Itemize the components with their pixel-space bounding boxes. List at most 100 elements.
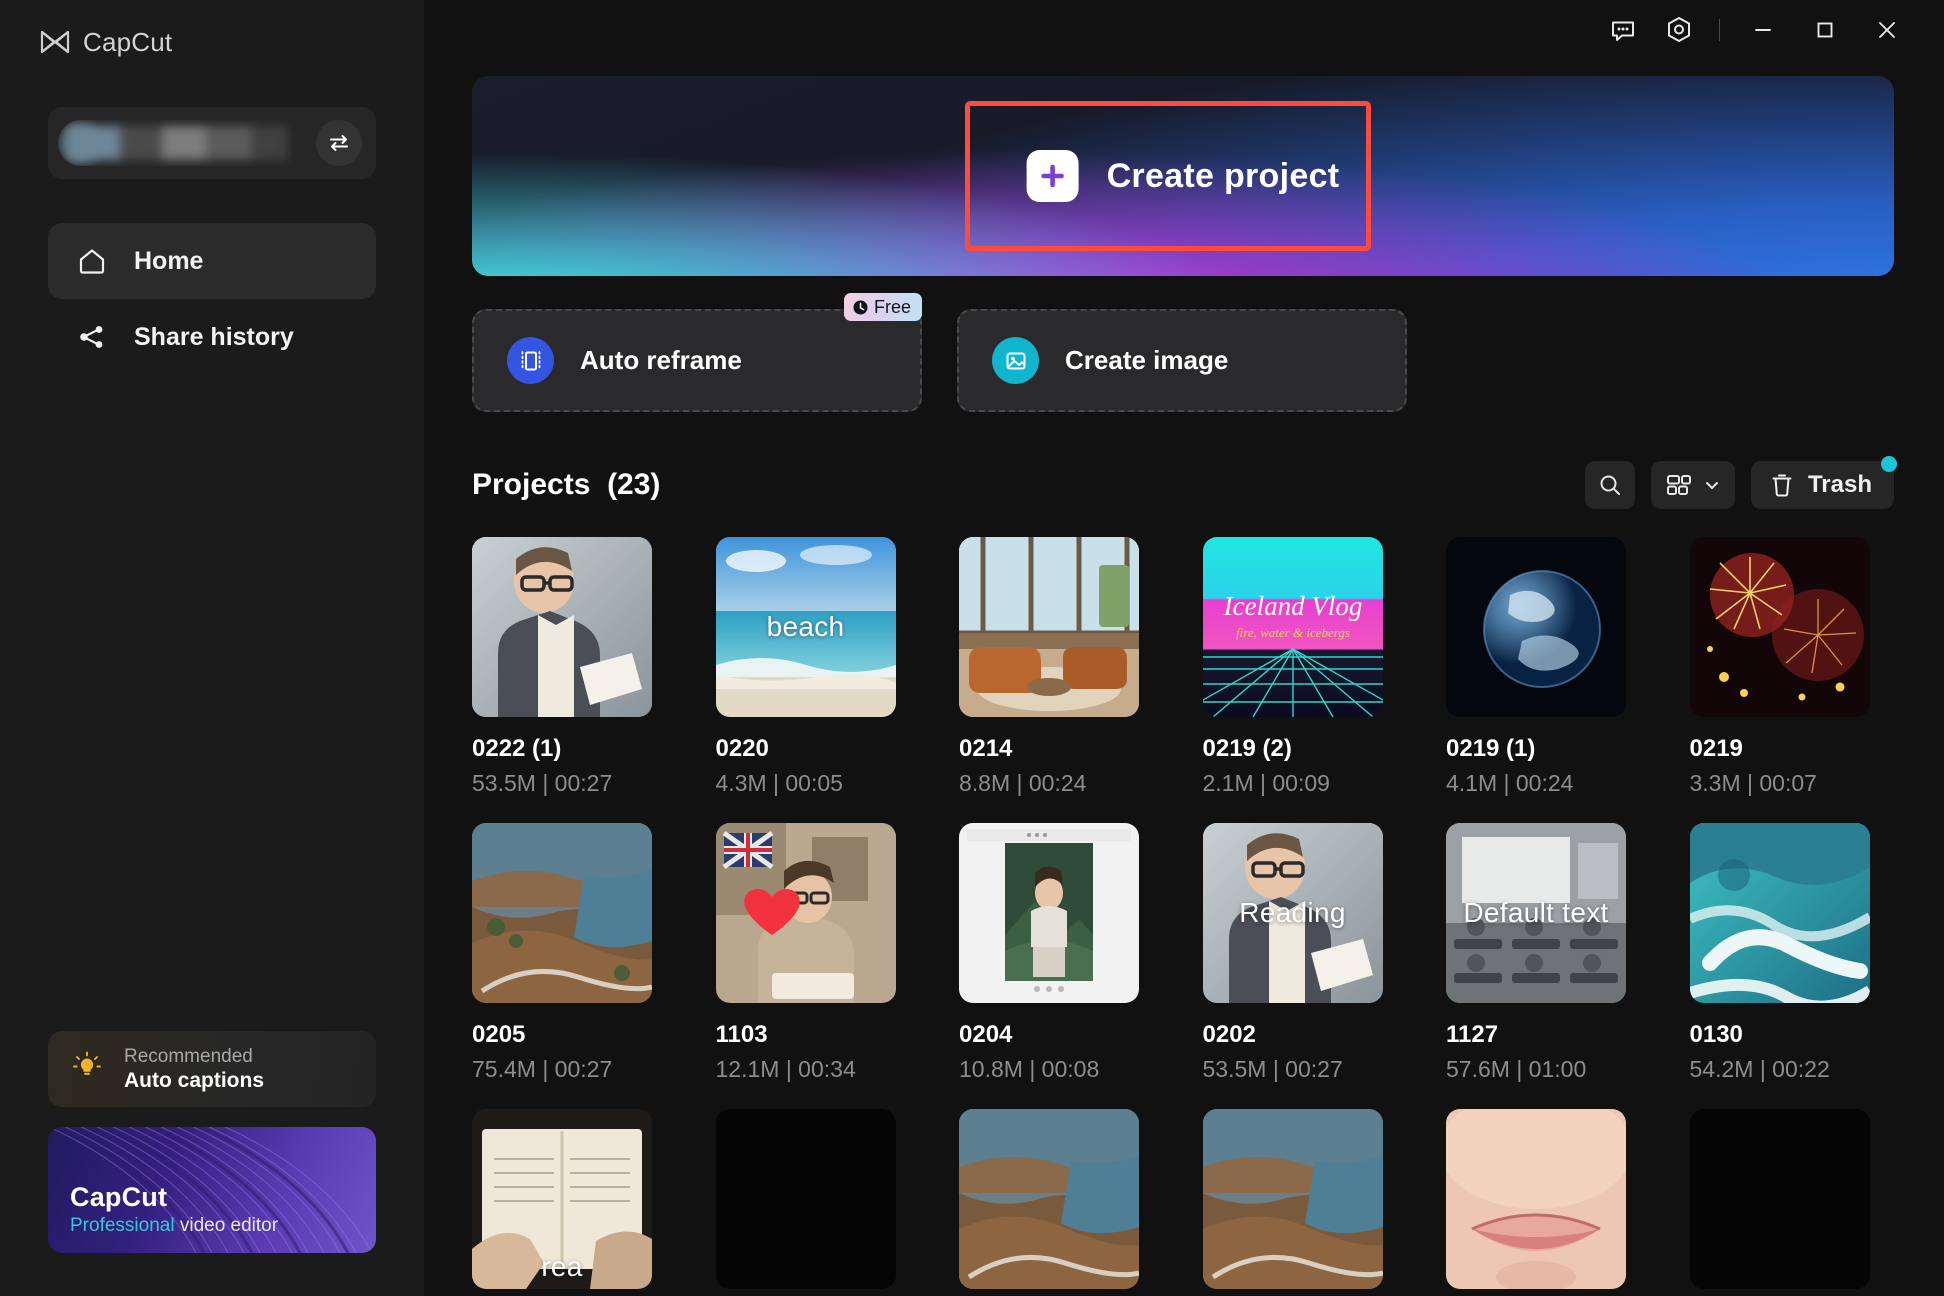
project-name: 0222 (1) xyxy=(472,735,562,762)
capcut-pro-promo-banner[interactable]: CapCut Professional video editor xyxy=(48,1127,376,1253)
project-thumbnail[interactable] xyxy=(715,1109,896,1289)
project-card[interactable] xyxy=(715,1109,921,1289)
promo-subtitle-rest: video editor xyxy=(174,1215,279,1236)
auto-reframe-card[interactable]: Auto reframe Free xyxy=(472,293,922,412)
project-meta: 4.3M | 00:05 xyxy=(715,770,843,796)
share-icon xyxy=(76,321,108,353)
project-card[interactable]: 0222 (1) 53.5M | 00:27 xyxy=(472,537,677,797)
project-name: 0205 xyxy=(472,1021,526,1048)
project-card[interactable]: 0204 10.8M | 00:08 xyxy=(959,823,1164,1083)
projects-title-text: Projects xyxy=(472,468,591,501)
project-card[interactable]: Iceland Vlog fire, water & icebergs 0219… xyxy=(1202,537,1408,797)
project-thumbnail[interactable] xyxy=(959,537,1139,717)
brand: CapCut xyxy=(0,0,424,60)
create-image-label: Create image xyxy=(1065,345,1229,375)
free-badge: Free xyxy=(843,293,922,321)
project-thumbnail[interactable] xyxy=(472,823,652,1003)
project-card[interactable] xyxy=(1202,1109,1408,1289)
recommended-kicker: Recommended xyxy=(124,1045,253,1067)
project-thumbnail[interactable] xyxy=(959,1109,1139,1289)
project-thumbnail[interactable]: Iceland Vlog fire, water & icebergs xyxy=(1202,537,1383,717)
project-thumbnail[interactable]: Reading xyxy=(1202,823,1383,1003)
sidebar: CapCut Home Share history Recommended Au… xyxy=(0,0,424,1296)
project-card[interactable]: rea xyxy=(472,1109,677,1289)
account-chip[interactable] xyxy=(48,107,376,179)
chat-bubble-icon[interactable] xyxy=(1595,9,1651,51)
sidebar-item-label: Home xyxy=(134,246,204,275)
thumbnail-overlay-text: beach xyxy=(766,611,845,642)
sidebar-item-home[interactable]: Home xyxy=(48,223,376,299)
project-name: 1103 xyxy=(715,1021,768,1048)
project-card[interactable]: 0219 3.3M | 00:07 xyxy=(1689,537,1895,797)
project-thumbnail[interactable] xyxy=(1689,537,1870,717)
project-thumbnail[interactable] xyxy=(1689,823,1870,1003)
project-thumbnail[interactable] xyxy=(472,537,652,717)
project-card[interactable] xyxy=(1689,1109,1895,1289)
trash-notification-badge xyxy=(1881,456,1897,472)
project-meta: 54.2M | 00:22 xyxy=(1689,1056,1830,1082)
promo-subtitle-accent: Professional xyxy=(70,1215,175,1236)
project-card[interactable]: 0130 54.2M | 00:22 xyxy=(1689,823,1895,1083)
main-content: Create project Auto reframe Free Create … xyxy=(424,76,1944,1289)
project-name: 0220 xyxy=(715,735,769,762)
project-thumbnail[interactable] xyxy=(1202,1109,1383,1289)
project-thumbnail[interactable] xyxy=(1689,1109,1870,1289)
minimize-button[interactable] xyxy=(1732,7,1794,53)
clock-icon xyxy=(853,300,868,314)
grid-view-icon xyxy=(1666,475,1691,495)
project-meta: 10.8M | 00:08 xyxy=(959,1056,1100,1082)
project-thumbnail[interactable] xyxy=(715,823,896,1003)
plus-icon xyxy=(1026,150,1079,202)
project-card[interactable]: beach 0220 4.3M | 00:05 xyxy=(715,537,921,797)
switch-account-icon[interactable] xyxy=(316,120,362,166)
project-name: 0214 xyxy=(959,735,1013,762)
sidebar-item-share-history[interactable]: Share history xyxy=(48,299,376,375)
project-meta: 3.3M | 00:07 xyxy=(1689,770,1817,796)
trash-icon xyxy=(1772,474,1792,497)
project-name: 0202 xyxy=(1202,1021,1256,1048)
hex-gear-icon[interactable] xyxy=(1651,9,1707,51)
thumbnail-overlay-text: Default text xyxy=(1463,897,1609,928)
svg-text:Iceland Vlog: Iceland Vlog xyxy=(1222,591,1362,621)
sidebar-bottom: Recommended Auto captions CapCut Profess… xyxy=(48,1031,376,1253)
projects-toolbar: Projects (23) Trash xyxy=(472,456,1897,510)
project-thumbnail[interactable]: Default text xyxy=(1446,823,1626,1003)
project-card[interactable]: 0214 8.8M | 00:24 xyxy=(959,537,1164,797)
project-meta: 53.5M | 00:27 xyxy=(1202,1056,1343,1082)
project-card[interactable] xyxy=(1446,1109,1651,1289)
titlebar xyxy=(424,0,1944,60)
thumbnail-overlay-text: Reading xyxy=(1239,897,1346,928)
sidebar-item-label: Share history xyxy=(134,322,294,351)
project-card[interactable]: Default text 1127 57.6M | 01:00 xyxy=(1446,823,1651,1083)
image-icon xyxy=(992,337,1039,384)
project-name: 0219 (2) xyxy=(1202,735,1292,762)
project-thumbnail[interactable]: rea xyxy=(472,1109,652,1289)
view-mode-button[interactable] xyxy=(1650,461,1735,509)
create-project-banner[interactable]: Create project xyxy=(472,76,1894,276)
auto-reframe-icon xyxy=(507,337,554,384)
project-card[interactable]: 1103 12.1M | 00:34 xyxy=(715,823,921,1083)
create-image-card[interactable]: Create image xyxy=(957,309,1407,412)
project-thumbnail[interactable] xyxy=(1446,537,1626,717)
project-thumbnail[interactable] xyxy=(1446,1109,1626,1289)
maximize-button[interactable] xyxy=(1794,7,1856,53)
capcut-window: CapCut Home Share history Recommended Au… xyxy=(0,0,1944,1296)
project-meta: 53.5M | 00:27 xyxy=(472,770,613,796)
close-button[interactable] xyxy=(1856,7,1918,53)
project-card[interactable] xyxy=(959,1109,1164,1289)
recommended-auto-captions-card[interactable]: Recommended Auto captions xyxy=(48,1031,376,1107)
create-project-button[interactable]: Create project xyxy=(975,114,1392,238)
project-card[interactable]: 0219 (1) 4.1M | 00:24 xyxy=(1446,537,1651,797)
project-meta: 75.4M | 00:27 xyxy=(472,1056,613,1082)
project-card[interactable]: 0205 75.4M | 00:27 xyxy=(472,823,677,1083)
project-meta: 8.8M | 00:24 xyxy=(959,770,1087,796)
projects-grid: 0222 (1) 53.5M | 00:27 beach 0220 4.3M |… xyxy=(472,537,1894,1289)
project-card[interactable]: Reading 0202 53.5M | 00:27 xyxy=(1202,823,1408,1083)
search-button[interactable] xyxy=(1584,461,1635,509)
project-thumbnail[interactable]: beach xyxy=(715,537,896,717)
account-name-masked xyxy=(58,120,306,166)
trash-button[interactable]: Trash xyxy=(1750,456,1897,509)
projects-count: (23) xyxy=(607,468,661,501)
search-icon xyxy=(1600,475,1620,495)
project-thumbnail[interactable] xyxy=(959,823,1139,1003)
